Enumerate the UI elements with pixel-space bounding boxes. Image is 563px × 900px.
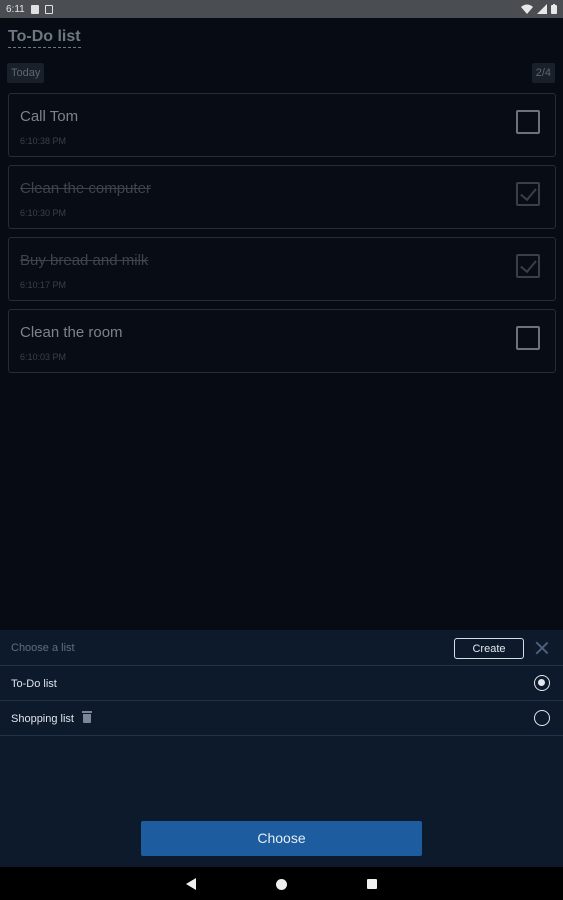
today-chip: Today bbox=[7, 63, 45, 83]
task-title: Call Tom bbox=[20, 108, 79, 125]
list-option-shopping[interactable]: Shopping list bbox=[0, 701, 563, 736]
recents-icon[interactable] bbox=[367, 879, 377, 889]
task-title: Clean the room bbox=[20, 324, 123, 341]
close-icon[interactable] bbox=[535, 641, 549, 655]
wifi-icon bbox=[521, 4, 533, 14]
task-checkbox[interactable] bbox=[516, 110, 540, 134]
task-checkbox[interactable] bbox=[516, 182, 540, 206]
list-title[interactable]: To-Do list bbox=[8, 28, 81, 48]
task-title: Clean the computer bbox=[20, 180, 151, 197]
task-time: 6:10:03 PM bbox=[20, 352, 67, 362]
list-option-todo[interactable]: To-Do list bbox=[0, 666, 563, 701]
task-item[interactable]: Clean the room 6:10:03 PM bbox=[8, 309, 556, 373]
task-item[interactable]: Buy bread and milk 6:10:17 PM bbox=[8, 237, 556, 301]
task-time: 6:10:30 PM bbox=[20, 208, 67, 218]
completed-count-chip: 2/4 bbox=[531, 63, 555, 83]
task-title: Buy bread and milk bbox=[20, 252, 149, 269]
todo-app: To-Do list Today 2/4 Call Tom 6:10:38 PM… bbox=[0, 18, 563, 630]
sheet-header: Choose a list Create bbox=[0, 630, 563, 666]
task-checkbox[interactable] bbox=[516, 326, 540, 350]
task-time: 6:10:17 PM bbox=[20, 280, 67, 290]
home-icon[interactable] bbox=[276, 879, 287, 890]
trash-icon[interactable] bbox=[82, 711, 92, 723]
back-icon[interactable] bbox=[186, 878, 196, 890]
status-bar: 6:11 bbox=[0, 0, 563, 18]
radio-button[interactable] bbox=[534, 675, 550, 691]
radio-button[interactable] bbox=[534, 710, 550, 726]
task-item[interactable]: Clean the computer 6:10:30 PM bbox=[8, 165, 556, 229]
list-option-label: To-Do list bbox=[11, 678, 57, 690]
shield-icon bbox=[44, 4, 53, 14]
task-item[interactable]: Call Tom 6:10:38 PM bbox=[8, 93, 556, 157]
choose-button[interactable]: Choose bbox=[141, 821, 422, 856]
task-time: 6:10:38 PM bbox=[20, 136, 67, 146]
navigation-bar bbox=[0, 867, 563, 900]
task-checkbox[interactable] bbox=[516, 254, 540, 278]
create-button[interactable]: Create bbox=[454, 638, 524, 659]
sd-card-icon bbox=[30, 4, 39, 14]
choose-list-sheet: Choose a list Create To-Do list Shopping… bbox=[0, 630, 563, 867]
status-time: 6:11 bbox=[6, 3, 25, 15]
list-option-label: Shopping list bbox=[11, 713, 74, 725]
signal-icon bbox=[537, 4, 547, 14]
battery-icon bbox=[551, 4, 557, 14]
sheet-label: Choose a list bbox=[11, 642, 75, 654]
